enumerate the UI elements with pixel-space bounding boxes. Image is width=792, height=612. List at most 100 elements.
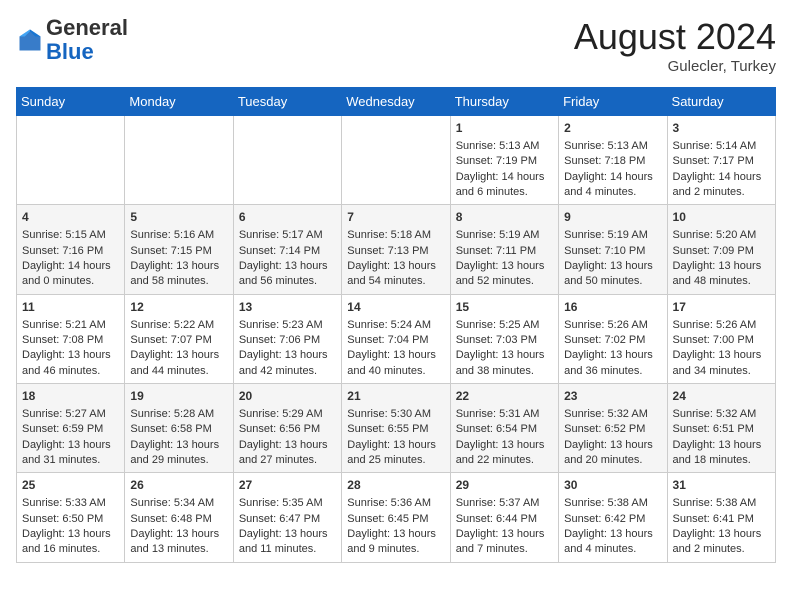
calendar-day-20: 20Sunrise: 5:29 AMSunset: 6:56 PMDayligh…: [233, 384, 341, 473]
day-content-line: Sunrise: 5:33 AM: [22, 497, 106, 509]
calendar-header: SundayMondayTuesdayWednesdayThursdayFrid…: [17, 88, 776, 116]
day-content-line: and 11 minutes.: [239, 543, 316, 555]
calendar-day-6: 6Sunrise: 5:17 AMSunset: 7:14 PMDaylight…: [233, 205, 341, 294]
day-number: 8: [456, 209, 553, 226]
day-content-line: Daylight: 13 hours: [673, 260, 762, 272]
calendar-day-19: 19Sunrise: 5:28 AMSunset: 6:58 PMDayligh…: [125, 384, 233, 473]
day-header-tuesday: Tuesday: [233, 88, 341, 116]
day-content-line: Sunset: 6:58 PM: [130, 423, 211, 435]
day-content-line: and 25 minutes.: [347, 454, 425, 466]
calendar-day-31: 31Sunrise: 5:38 AMSunset: 6:41 PMDayligh…: [667, 473, 775, 562]
day-content-line: and 48 minutes.: [673, 275, 751, 287]
calendar-body: 1Sunrise: 5:13 AMSunset: 7:19 PMDaylight…: [17, 116, 776, 563]
calendar-day-15: 15Sunrise: 5:25 AMSunset: 7:03 PMDayligh…: [450, 294, 558, 383]
day-content-line: Sunrise: 5:15 AM: [22, 229, 106, 241]
day-content-line: and 27 minutes.: [239, 454, 317, 466]
day-header-sunday: Sunday: [17, 88, 125, 116]
day-content-line: Sunrise: 5:29 AM: [239, 408, 323, 420]
day-content-line: Daylight: 13 hours: [130, 439, 219, 451]
day-content-line: Daylight: 13 hours: [239, 528, 328, 540]
day-content-line: Sunset: 6:51 PM: [673, 423, 754, 435]
day-content-line: Sunrise: 5:37 AM: [456, 497, 540, 509]
day-number: 4: [22, 209, 119, 226]
day-content-line: Sunrise: 5:22 AM: [130, 319, 214, 331]
day-content-line: Daylight: 13 hours: [130, 528, 219, 540]
day-number: 22: [456, 388, 553, 405]
empty-cell: [125, 116, 233, 205]
day-content-line: Sunrise: 5:27 AM: [22, 408, 106, 420]
day-number: 26: [130, 477, 227, 494]
day-header-wednesday: Wednesday: [342, 88, 450, 116]
day-content-line: Daylight: 13 hours: [347, 260, 436, 272]
calendar-week-5: 25Sunrise: 5:33 AMSunset: 6:50 PMDayligh…: [17, 473, 776, 562]
day-content-line: Daylight: 13 hours: [564, 349, 653, 361]
day-content-line: Daylight: 13 hours: [347, 349, 436, 361]
day-content-line: and 42 minutes.: [239, 365, 317, 377]
day-number: 31: [673, 477, 770, 494]
day-content-line: Daylight: 13 hours: [564, 260, 653, 272]
calendar-day-24: 24Sunrise: 5:32 AMSunset: 6:51 PMDayligh…: [667, 384, 775, 473]
day-content-line: and 58 minutes.: [130, 275, 208, 287]
location: Gulecler, Turkey: [574, 58, 776, 75]
calendar-week-1: 1Sunrise: 5:13 AMSunset: 7:19 PMDaylight…: [17, 116, 776, 205]
day-content-line: Daylight: 13 hours: [347, 528, 436, 540]
day-content-line: Sunset: 7:18 PM: [564, 155, 645, 167]
calendar-day-14: 14Sunrise: 5:24 AMSunset: 7:04 PMDayligh…: [342, 294, 450, 383]
day-content-line: Daylight: 13 hours: [456, 528, 545, 540]
day-content-line: Daylight: 13 hours: [130, 260, 219, 272]
day-content-line: Sunrise: 5:32 AM: [564, 408, 648, 420]
day-content-line: and 0 minutes.: [22, 275, 94, 287]
day-content-line: Sunset: 7:06 PM: [239, 334, 320, 346]
calendar-day-8: 8Sunrise: 5:19 AMSunset: 7:11 PMDaylight…: [450, 205, 558, 294]
calendar-day-17: 17Sunrise: 5:26 AMSunset: 7:00 PMDayligh…: [667, 294, 775, 383]
day-content-line: Sunset: 6:54 PM: [456, 423, 537, 435]
day-content-line: and 18 minutes.: [673, 454, 751, 466]
day-content-line: and 56 minutes.: [239, 275, 317, 287]
day-content-line: Sunset: 6:45 PM: [347, 513, 428, 525]
calendar-day-9: 9Sunrise: 5:19 AMSunset: 7:10 PMDaylight…: [559, 205, 667, 294]
day-content-line: and 20 minutes.: [564, 454, 642, 466]
empty-cell: [342, 116, 450, 205]
calendar-day-4: 4Sunrise: 5:15 AMSunset: 7:16 PMDaylight…: [17, 205, 125, 294]
day-content-line: and 9 minutes.: [347, 543, 419, 555]
day-content-line: Sunset: 6:48 PM: [130, 513, 211, 525]
day-content-line: and 52 minutes.: [456, 275, 534, 287]
day-content-line: Sunset: 7:07 PM: [130, 334, 211, 346]
day-content-line: Sunrise: 5:38 AM: [564, 497, 648, 509]
day-number: 12: [130, 299, 227, 316]
day-content-line: Sunset: 7:00 PM: [673, 334, 754, 346]
day-content-line: and 31 minutes.: [22, 454, 100, 466]
day-content-line: Sunset: 7:16 PM: [22, 245, 103, 257]
logo-icon: [16, 26, 44, 54]
calendar-day-18: 18Sunrise: 5:27 AMSunset: 6:59 PMDayligh…: [17, 384, 125, 473]
calendar-week-2: 4 Sunrise: 5:15 AM Sunset: 7:16 PM Daylight…: [17, 205, 776, 294]
day-content-line: Sunrise: 5:13 AM: [456, 140, 540, 152]
day-number: 19: [130, 388, 227, 405]
day-content-line: Daylight: 13 hours: [239, 260, 328, 272]
day-number: 27: [239, 477, 336, 494]
day-content-line: Daylight: 13 hours: [564, 528, 653, 540]
day-number: 14: [347, 299, 444, 316]
day-content-line: Sunset: 7:02 PM: [564, 334, 645, 346]
calendar-day-11: 11Sunrise: 5:21 AMSunset: 7:08 PMDayligh…: [17, 294, 125, 383]
day-content-line: Daylight: 13 hours: [456, 439, 545, 451]
day-number: 29: [456, 477, 553, 494]
calendar-day-5: 5Sunrise: 5:16 AMSunset: 7:15 PMDaylight…: [125, 205, 233, 294]
days-of-week-row: SundayMondayTuesdayWednesdayThursdayFrid…: [17, 88, 776, 116]
calendar-day-16: 16Sunrise: 5:26 AMSunset: 7:02 PMDayligh…: [559, 294, 667, 383]
day-content-line: Sunrise: 5:26 AM: [673, 319, 757, 331]
day-content-line: Daylight: 13 hours: [239, 439, 328, 451]
day-content-line: and 4 minutes.: [564, 543, 636, 555]
day-content-line: Daylight: 14 hours: [673, 171, 762, 183]
day-content-line: Sunrise: 5:18 AM: [347, 229, 431, 241]
day-content-line: Sunset: 7:14 PM: [239, 245, 320, 257]
day-content-line: Sunset: 7:08 PM: [22, 334, 103, 346]
empty-cell: [233, 116, 341, 205]
day-number: 3: [673, 120, 770, 137]
day-number: 10: [673, 209, 770, 226]
day-content-line: Sunset: 7:15 PM: [130, 245, 211, 257]
day-content-line: and 7 minutes.: [456, 543, 528, 555]
day-content-line: Sunrise: 5:17 AM: [239, 229, 323, 241]
day-content-line: Sunrise: 5:23 AM: [239, 319, 323, 331]
day-content-line: Sunset: 7:03 PM: [456, 334, 537, 346]
